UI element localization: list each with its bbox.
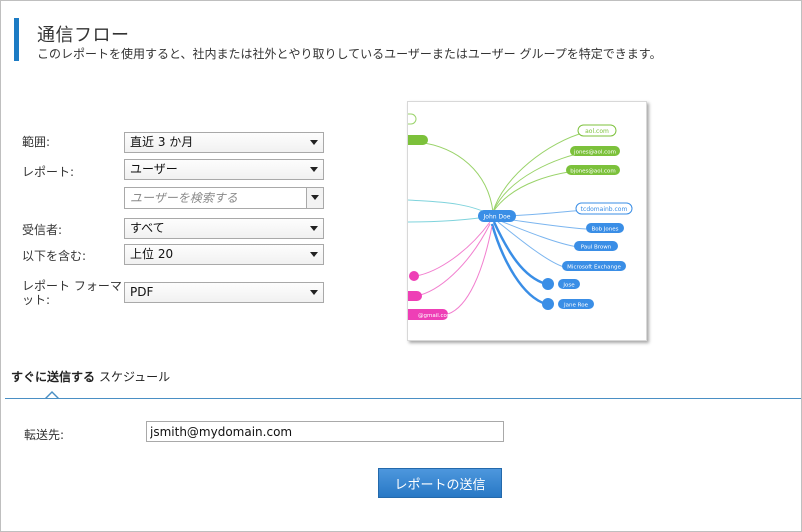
recipients-select-value: すべて <box>130 221 165 235</box>
node-green-partial <box>408 113 417 125</box>
include-label: 以下を含む: <box>22 249 87 263</box>
format-select[interactable]: PDF <box>124 282 324 303</box>
report-select-value: ユーザー <box>130 162 178 176</box>
forward-label: 転送先: <box>24 428 65 442</box>
chevron-down-icon <box>310 226 318 231</box>
report-select[interactable]: ユーザー <box>124 159 324 180</box>
recipients-label: 受信者: <box>22 223 63 237</box>
range-label: 範囲: <box>22 135 51 149</box>
include-select[interactable]: 上位 20 <box>124 244 324 265</box>
preview-center-node: John Doe <box>483 214 511 221</box>
preview-top-node-2: bjones@aol.com <box>570 169 615 175</box>
chevron-down-icon <box>310 167 318 172</box>
tab-send-now[interactable]: すぐに送信する <box>11 370 95 384</box>
format-select-value: PDF <box>130 285 154 299</box>
chevron-down-icon <box>310 140 318 145</box>
user-search-input[interactable] <box>125 188 306 208</box>
preview-right-node-3: Microsoft Exchange <box>567 265 621 271</box>
title-accent-bar <box>14 18 19 61</box>
preview-right-node-2: Paul Brown <box>581 245 612 251</box>
report-preview-image: @gmail.com aol.com jones@aol.com bjones@… <box>407 101 647 341</box>
communication-flow-diagram: @gmail.com aol.com jones@aol.com bjones@… <box>408 113 633 320</box>
report-panel: 通信フロー このレポートを使用すると、社内または社外とやり取りしているユーザーま… <box>0 0 802 532</box>
chevron-down-icon <box>311 195 319 200</box>
recipients-select[interactable]: すべて <box>124 218 324 239</box>
forward-email-input[interactable] <box>146 421 504 442</box>
user-search-dropdown-button[interactable] <box>306 188 323 208</box>
preview-top-group: aol.com <box>585 128 609 135</box>
range-select[interactable]: 直近 3 か月 <box>124 132 324 153</box>
tab-divider <box>5 398 801 399</box>
page-title: 通信フロー <box>37 25 130 46</box>
preview-top-node-1: jones@aol.com <box>573 150 616 156</box>
send-report-button[interactable]: レポートの送信 <box>378 468 502 498</box>
preview-right-group: tcdomainb.com <box>581 206 628 213</box>
format-label: レポート フォーマット: <box>22 279 122 307</box>
preview-right-node-4: Jose <box>562 283 575 289</box>
include-select-value: 上位 20 <box>130 247 174 261</box>
preview-left-node: @gmail.com <box>418 313 452 319</box>
range-select-value: 直近 3 か月 <box>130 135 194 149</box>
page-description: このレポートを使用すると、社内または社外とやり取りしているユーザーまたはユーザー… <box>37 47 662 61</box>
chevron-down-icon <box>310 252 318 257</box>
preview-right-node-5: Jane Roe <box>563 303 589 309</box>
preview-right-node-1: Bob Jones <box>591 227 618 233</box>
chevron-down-icon <box>310 290 318 295</box>
send-tabs: すぐに送信する スケジュール <box>11 368 170 385</box>
tab-schedule[interactable]: スケジュール <box>99 370 170 384</box>
user-search-combobox[interactable] <box>124 187 324 209</box>
report-label: レポート: <box>22 165 75 179</box>
